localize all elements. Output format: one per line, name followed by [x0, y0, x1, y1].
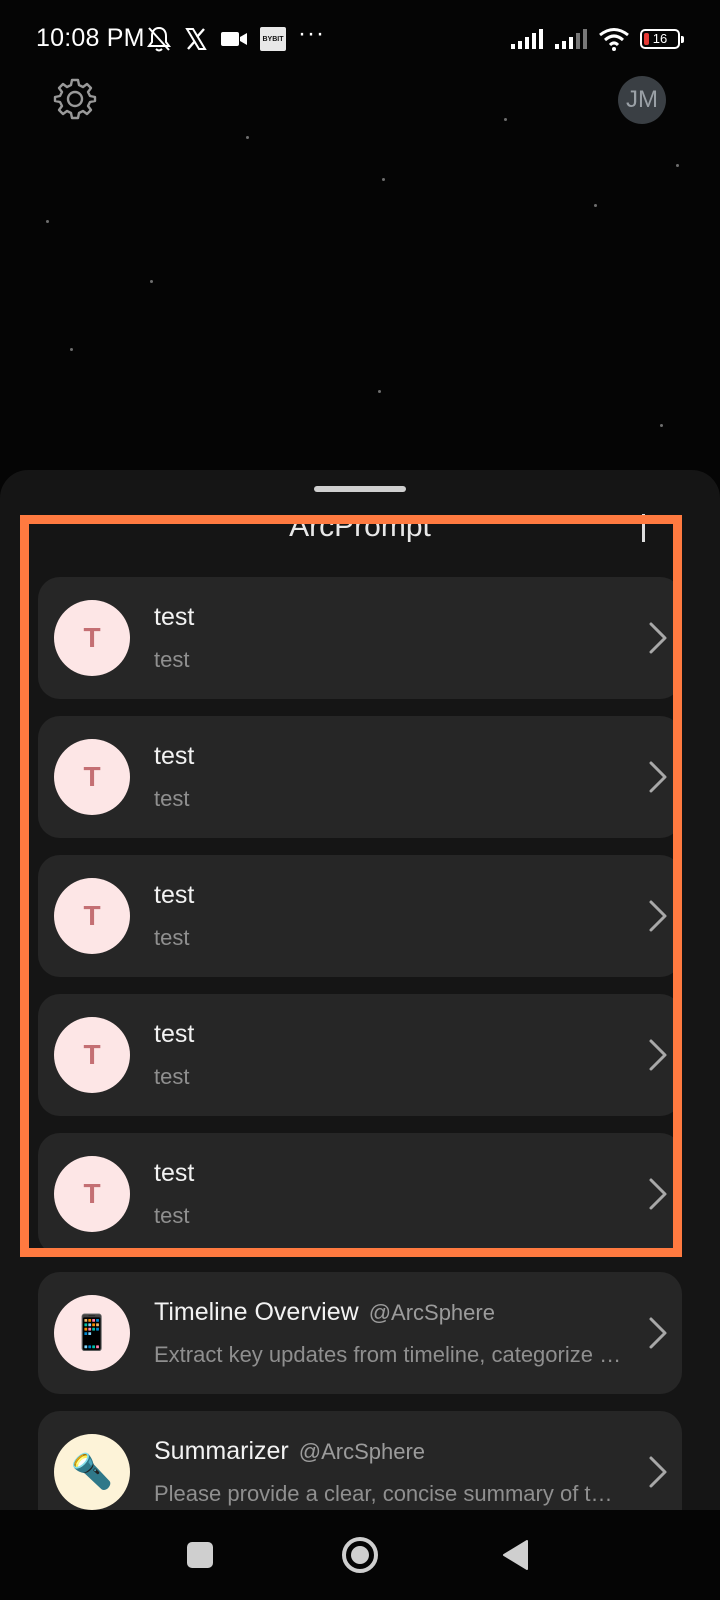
prompt-subtitle: Extract key updates from timeline, categ…	[154, 1342, 624, 1367]
video-camera-icon	[221, 32, 247, 46]
star-decoration	[676, 164, 679, 167]
more-dots-icon: ···	[298, 20, 325, 47]
signal-icon	[555, 29, 587, 49]
star-decoration	[594, 204, 597, 207]
prompt-title-row: Timeline Overview @ArcSphere	[154, 1298, 624, 1327]
prompt-author: @ArcSphere	[298, 1439, 426, 1464]
prompt-subtitle: Please provide a clear, concise summary …	[154, 1481, 624, 1506]
star-decoration	[660, 424, 663, 427]
settings-button[interactable]	[52, 76, 98, 122]
star-decoration	[378, 390, 381, 393]
home-circle-icon	[342, 1537, 378, 1573]
status-bar: 10:08 PM BYBIT ··· 16	[0, 0, 720, 78]
star-decoration	[70, 348, 73, 351]
signal-icon	[511, 29, 543, 49]
wifi-icon	[599, 28, 629, 51]
chevron-right-icon	[649, 1317, 667, 1349]
star-decoration	[46, 220, 49, 223]
prompt-author: @ArcSphere	[368, 1300, 495, 1325]
status-time: 10:08 PM	[36, 24, 145, 52]
battery-icon: 16	[640, 29, 684, 49]
chevron-right-icon	[649, 1456, 667, 1488]
recent-apps-square-icon	[187, 1542, 213, 1568]
prompt-card[interactable]: 🔦 Summarizer @ArcSphere Please provide a cl…	[38, 1411, 682, 1510]
prompt-title-row: Summarizer @ArcSphere	[154, 1437, 624, 1466]
highlight-annotation	[20, 515, 682, 1257]
battery-level-text: 16	[652, 31, 668, 46]
prompt-avatar: 📱	[54, 1295, 130, 1371]
gear-icon	[53, 78, 97, 120]
x-logo-icon	[185, 28, 207, 50]
back-triangle-icon	[503, 1540, 528, 1570]
star-decoration	[150, 280, 153, 283]
prompt-title: Summarizer	[154, 1437, 289, 1465]
system-status-icons: 16	[510, 24, 684, 54]
sheet-drag-handle[interactable]	[314, 486, 406, 492]
prompt-card[interactable]: 📱 Timeline Overview @ArcSphere Extract key …	[38, 1272, 682, 1394]
phone-screen: 10:08 PM BYBIT ··· 16 JM ArcPrompt T tes…	[0, 0, 720, 1600]
navigation-bar	[0, 1510, 720, 1600]
recent-apps-button[interactable]	[177, 1532, 223, 1578]
prompt-title: Timeline Overview	[154, 1298, 359, 1326]
bell-off-icon	[147, 26, 171, 52]
home-button[interactable]	[337, 1532, 383, 1578]
back-button[interactable]	[492, 1532, 538, 1578]
notification-icons: BYBIT ···	[146, 20, 325, 54]
star-decoration	[504, 118, 507, 121]
bybit-icon: BYBIT	[260, 27, 286, 51]
star-decoration	[246, 136, 249, 139]
prompt-avatar: 🔦	[54, 1434, 130, 1510]
star-decoration	[382, 178, 385, 181]
user-avatar[interactable]: JM	[618, 76, 666, 124]
